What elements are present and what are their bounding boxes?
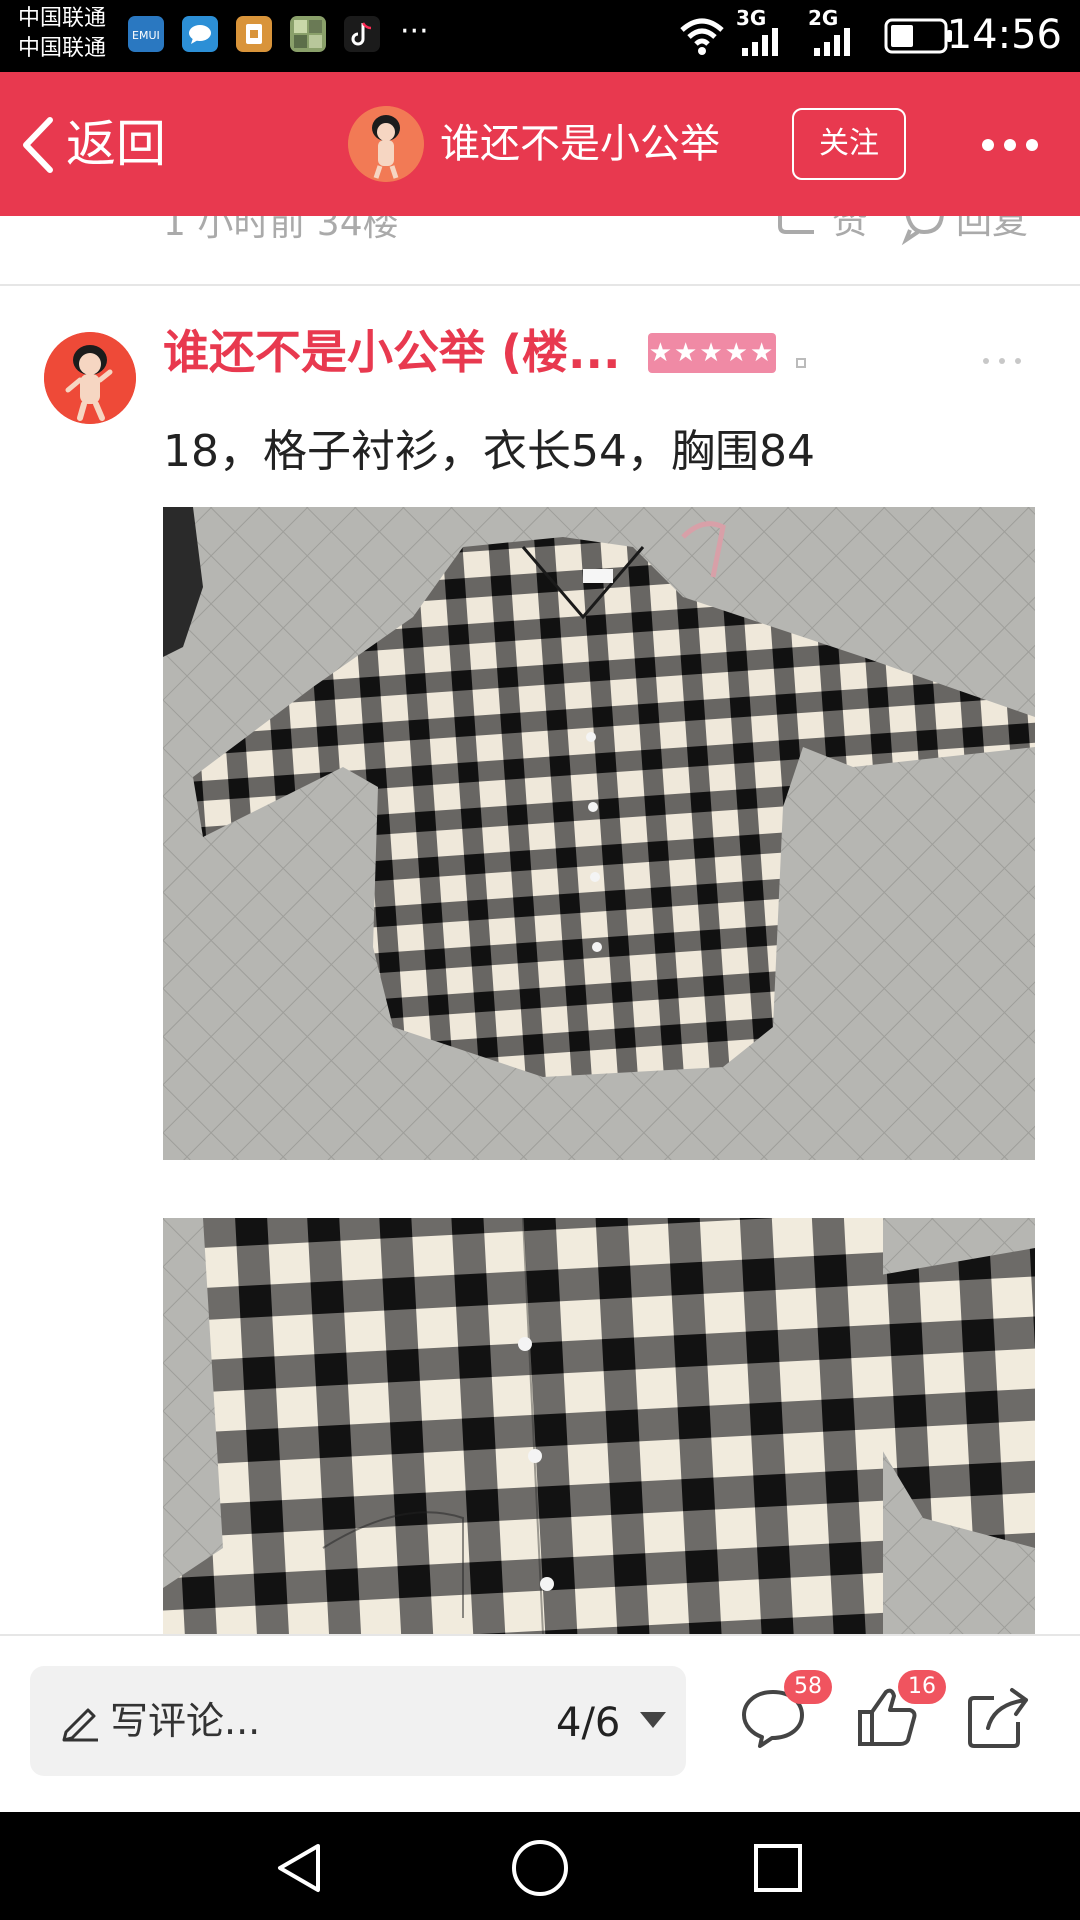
pencil-icon <box>60 1702 100 1746</box>
top-nav-bar: 返回 谁还不是小公举 关注 <box>0 72 1080 216</box>
follow-button[interactable]: 关注 <box>792 108 906 180</box>
wallet-icon <box>236 16 272 52</box>
post-more-icon[interactable] <box>980 352 1024 364</box>
status-mark-icon <box>796 358 806 368</box>
status-overflow: ··· <box>400 14 429 49</box>
back-triangle-icon[interactable] <box>272 1840 328 1900</box>
post-photo[interactable] <box>163 1218 1035 1634</box>
carrier-2: 中国联通 <box>18 36 107 61</box>
post-author-name[interactable]: 谁还不是小公举 (楼... <box>163 322 643 382</box>
back-label: 返回 <box>66 115 166 173</box>
like-count-badge: 16 <box>898 1670 946 1704</box>
comment-input[interactable]: 写评论... 4/6 <box>30 1666 686 1776</box>
comment-placeholder: 写评论... <box>110 1699 261 1743</box>
post-author-avatar[interactable] <box>44 332 136 424</box>
reply-icon[interactable] <box>900 216 948 252</box>
nav-avatar[interactable] <box>348 106 424 182</box>
status-bar: 中国联通 中国联通 EMUI ··· 3G 2G 14:56 <box>0 0 1080 72</box>
emui-icon: EMUI <box>128 16 164 52</box>
previous-post-meta: 1 小时前 34楼 <box>163 216 399 244</box>
wifi-icon <box>678 16 726 56</box>
message-icon <box>182 16 218 52</box>
level-badge: ★★★★★ <box>648 333 776 373</box>
nav-title: 谁还不是小公举 <box>440 121 720 167</box>
post-text: 18，格子衬衫，衣长54，胸围84 <box>163 426 815 477</box>
svg-text:EMUI: EMUI <box>132 29 160 42</box>
previous-post-footer: 1 小时前 34楼 赞 回复 <box>0 216 1080 286</box>
carrier-labels: 中国联通 中国联通 <box>18 4 106 64</box>
recents-square-icon[interactable] <box>752 1842 804 1898</box>
bottom-comment-bar: 写评论... 4/6 58 16 <box>0 1634 1080 1812</box>
dropdown-arrow-icon[interactable] <box>640 1712 666 1732</box>
back-button[interactable]: 返回 <box>20 72 200 216</box>
like-icon[interactable] <box>776 216 820 252</box>
back-chevron-icon <box>20 116 56 178</box>
battery-icon <box>884 18 954 54</box>
system-navigation-bar <box>0 1812 1080 1920</box>
previous-like-label[interactable]: 赞 <box>832 216 868 244</box>
previous-reply-label[interactable]: 回复 <box>956 216 1028 244</box>
page-indicator[interactable]: 4/6 <box>556 1696 620 1750</box>
carrier-1: 中国联通 <box>18 6 107 31</box>
signal-2g-icon <box>812 28 856 56</box>
status-time: 14:56 <box>946 12 1062 58</box>
more-options-icon[interactable] <box>980 130 1040 160</box>
home-circle-icon[interactable] <box>510 1838 570 1902</box>
gallery-icon <box>290 16 326 52</box>
tiktok-icon <box>344 16 380 52</box>
network-type-1: 3G <box>736 6 767 30</box>
comment-count-badge: 58 <box>784 1670 832 1704</box>
network-type-2: 2G <box>808 6 839 30</box>
signal-3g-icon <box>740 28 784 56</box>
share-icon[interactable] <box>964 1682 1034 1752</box>
post-photo[interactable] <box>163 507 1035 1160</box>
